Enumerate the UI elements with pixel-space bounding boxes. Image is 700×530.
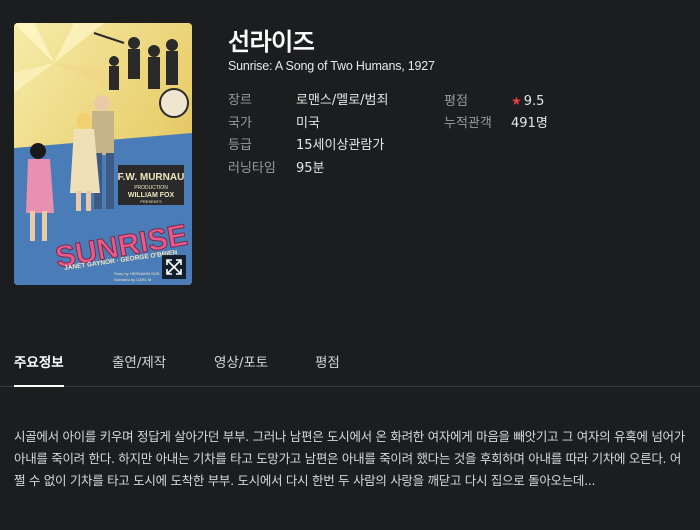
synopsis-text: 시골에서 아이를 키우며 정답게 살아가던 부부. 그러나 남편은 도시에서 온… [14,429,685,488]
age-rating-label: 등급 [228,138,252,153]
movie-original-title: Sunrise: A Song of Two Humans, 1927 [228,59,435,73]
tab-main-info[interactable]: 주요정보 [14,351,64,387]
poster-artwork: F.W. MURNAU PRODUCTION WILLIAM FOX PRESE… [14,23,192,285]
runtime-label: 러닝타임 [228,160,276,176]
poster-director-text: F.W. MURNAU [118,172,185,183]
genre-row: 장르 로맨스/멜로/범죄 [228,90,388,113]
poster-credit-scenario: Scenario by CARL M [114,277,151,282]
score-row: 평점 ★ 9.5 [444,90,548,113]
tab-cast-crew[interactable]: 출연/제작 [112,351,166,385]
star-icon: ★ [511,94,522,108]
poster-presents-text: PRESENTS [140,199,162,204]
genre-label: 장르 [228,93,252,108]
poster-credit-story: Story by HERMANN SUD [114,271,160,276]
audience-label: 누적관객 [444,115,492,131]
expand-arrows-icon [166,259,182,275]
runtime-value: 95분 [296,160,325,176]
runtime-row: 러닝타임 95분 [228,158,388,181]
age-rating-row: 등급 15세이상관람가 [228,135,388,158]
detail-tabs: 주요정보 출연/제작 영상/포토 평점 [0,338,700,387]
tab-video-photo[interactable]: 영상/포토 [214,351,268,385]
country-label: 국가 [228,115,252,131]
audience-row: 누적관객 491명 [444,113,548,136]
age-rating-value: 15세이상관람가 [296,138,385,153]
expand-poster-button[interactable] [162,255,186,279]
poster-production-text: PRODUCTION [134,185,168,191]
poster-presenter-text: WILLIAM FOX [128,192,175,199]
movie-poster[interactable]: F.W. MURNAU PRODUCTION WILLIAM FOX PRESE… [14,23,192,285]
movie-title: 선라이즈 [228,28,315,56]
country-value: 미국 [296,115,320,131]
tab-reviews[interactable]: 평점 [315,351,340,385]
genre-value: 로맨스/멜로/범죄 [296,93,389,108]
audience-value: 491명 [511,115,548,131]
movie-info-left: 장르 로맨스/멜로/범죄 국가 미국 등급 15세이상관람가 러닝타임 95분 [228,90,388,180]
movie-info-right: 평점 ★ 9.5 누적관객 491명 [444,90,548,135]
country-row: 국가 미국 [228,113,388,136]
score-value: 9.5 [523,94,545,109]
score-label: 평점 [444,94,468,109]
